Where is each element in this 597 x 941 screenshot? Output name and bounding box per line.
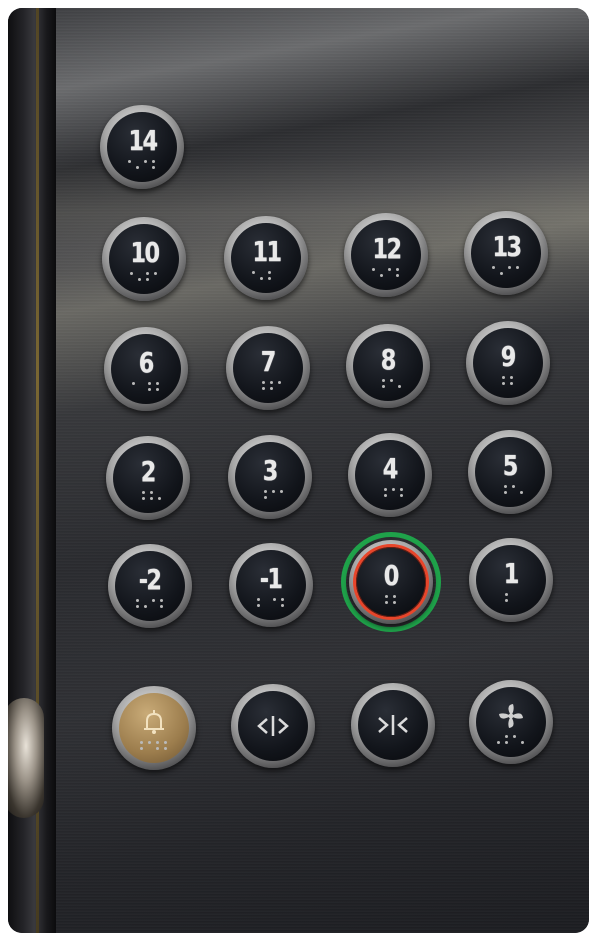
floor-button-3[interactable]: 3 [228,435,312,519]
floor-button-1[interactable]: 1 [469,538,553,622]
braille-dots [376,487,404,497]
braille-dots [497,592,525,602]
floor-button-13[interactable]: 13 [464,211,548,295]
floor-label: 9 [500,339,517,373]
floor-button-11[interactable]: 11 [224,216,308,300]
braille-dots [254,380,282,390]
braille-dots [130,271,158,281]
bell-icon [144,709,164,734]
elevator-photo: 14 10 11 12 13 6 7 8 9 2 3 4 5 -2 -1 0 1 [8,8,589,933]
braille-dots [492,265,520,275]
floor-label: 1 [503,556,520,590]
floor-button-5[interactable]: 5 [468,430,552,514]
braille-dots [374,378,402,388]
floor-label: 13 [492,229,522,263]
floor-button-minus-2[interactable]: -2 [108,544,192,628]
floor-label: 11 [252,234,282,268]
floor-label: 6 [138,345,155,379]
alarm-button[interactable] [112,686,196,770]
braille-dots [494,375,522,385]
floor-label: -2 [139,562,162,596]
braille-dots [256,489,284,499]
braille-dots [128,159,156,169]
floor-button-6[interactable]: 6 [104,327,188,411]
braille-dots [140,740,168,750]
floor-label: 3 [262,453,279,487]
door-open-icon [257,716,289,736]
braille-dots [496,484,524,494]
floor-button-2[interactable]: 2 [106,436,190,520]
floor-button-12[interactable]: 12 [344,213,428,297]
braille-dots [257,597,285,607]
floor-label: 10 [130,235,160,269]
fan-icon [499,703,523,728]
fan-button[interactable] [469,680,553,764]
floor-label: -1 [260,561,283,595]
floor-button-7[interactable]: 7 [226,326,310,410]
floor-button-4[interactable]: 4 [348,433,432,517]
door-close-icon [378,715,408,735]
floor-button-8[interactable]: 8 [346,324,430,408]
floor-button-10[interactable]: 10 [102,217,186,301]
braille-dots [134,490,162,500]
floor-label: 12 [372,231,402,265]
floor-label: 2 [140,454,157,488]
braille-dots [252,270,280,280]
floor-button-0[interactable]: 0 [349,540,433,624]
handrail-knob [8,698,44,818]
floor-label: 8 [380,342,397,376]
floor-button-9[interactable]: 9 [466,321,550,405]
braille-dots [132,381,160,391]
floor-label: 7 [260,344,277,378]
braille-dots [372,267,400,277]
floor-label: 5 [502,448,519,482]
floor-button-minus-1[interactable]: -1 [229,543,313,627]
door-open-button[interactable] [231,684,315,768]
braille-dots [377,594,405,604]
floor-label: 4 [382,451,399,485]
floor-button-14[interactable]: 14 [100,105,184,189]
floor-label: 14 [128,123,158,157]
floor-label: 0 [383,558,400,592]
braille-dots [136,598,164,608]
braille-dots [497,734,525,744]
door-close-button[interactable] [351,683,435,767]
